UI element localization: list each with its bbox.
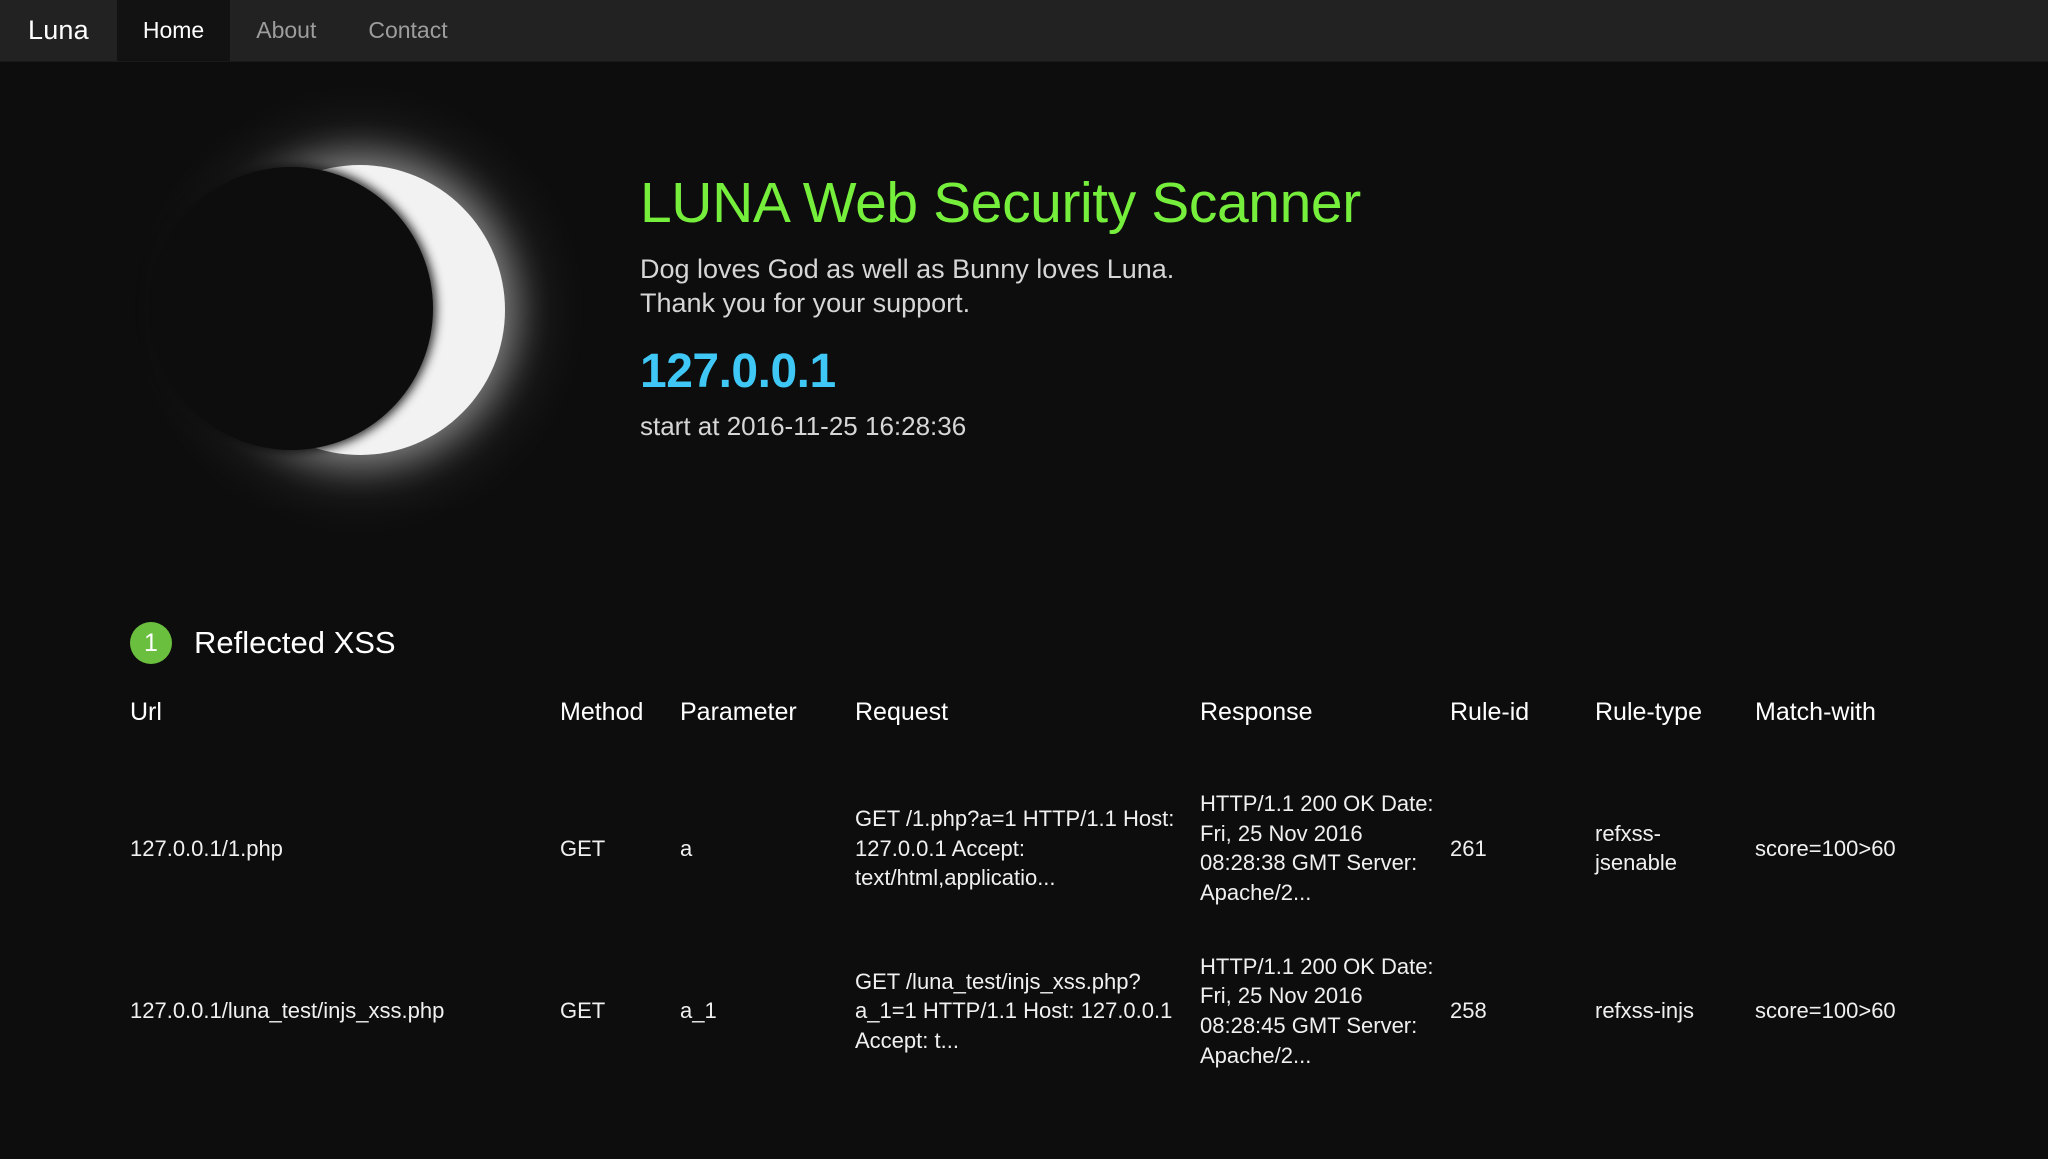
hero-section: LUNA Web Security Scanner Dog loves God … xyxy=(0,62,2048,622)
section-header-reflected-xss: 1 Reflected XSS xyxy=(130,622,2048,664)
hero-subtitle-line-1: Dog loves God as well as Bunny loves Lun… xyxy=(640,253,1175,284)
findings-table: Url Method Parameter Request Response Ru… xyxy=(130,698,2048,1093)
cell-url: 127.0.0.1/luna_test/injs_xss.php xyxy=(130,998,445,1024)
cell-response: HTTP/1.1 200 OK Date: Fri, 25 Nov 2016 0… xyxy=(1200,791,1434,906)
column-header-method[interactable]: Method xyxy=(560,698,680,767)
target-ip: 127.0.0.1 xyxy=(640,344,836,398)
cell-response: HTTP/1.1 200 OK Date: Fri, 25 Nov 2016 0… xyxy=(1200,953,1434,1068)
cell-parameter: a_1 xyxy=(680,998,717,1024)
column-header-rule-type[interactable]: Rule-type xyxy=(1595,698,1755,767)
scan-start-time: start at 2016-11-25 16:28:36 xyxy=(640,411,967,442)
nav-item-home[interactable]: Home xyxy=(116,0,231,61)
nav-links: Home About Contact xyxy=(116,0,474,61)
cell-rule-id: 261 xyxy=(1450,835,1487,861)
nav-brand-luna[interactable]: Luna xyxy=(0,0,117,61)
column-header-request[interactable]: Request xyxy=(855,698,1200,767)
cell-request: GET /1.php?a=1 HTTP/1.1 Host: 127.0.0.1 … xyxy=(855,805,1175,891)
column-header-match-with[interactable]: Match-with xyxy=(1755,698,2048,767)
column-header-parameter[interactable]: Parameter xyxy=(680,698,855,767)
cell-method: GET xyxy=(560,835,606,861)
cell-match-with: score=100>60 xyxy=(1755,835,1896,861)
hero-subtitle-line-2: Thank you for your support. xyxy=(640,288,971,319)
nav-item-about[interactable]: About xyxy=(230,0,342,61)
hero-text-area: LUNA Web Security Scanner Dog loves God … xyxy=(640,102,2048,442)
cell-rule-id: 258 xyxy=(1450,998,1487,1024)
crescent-moon-icon xyxy=(150,147,505,477)
findings-table-body: 127.0.0.1/1.php GET a GET /1.php?a=1 HTT… xyxy=(130,767,2048,1093)
column-header-url[interactable]: Url xyxy=(130,698,560,767)
cell-rule-type: refxss-injs xyxy=(1595,998,1695,1024)
nav-item-contact[interactable]: Contact xyxy=(342,0,473,61)
status-badge: 1 xyxy=(130,622,172,664)
cell-url: 127.0.0.1/1.php xyxy=(130,835,283,861)
moon-shadow xyxy=(150,167,433,450)
column-header-rule-id[interactable]: Rule-id xyxy=(1450,698,1595,767)
table-header-row: Url Method Parameter Request Response Ru… xyxy=(130,698,2048,767)
top-navbar: Luna Home About Contact xyxy=(0,0,2048,62)
table-row[interactable]: 127.0.0.1/1.php GET a GET /1.php?a=1 HTT… xyxy=(130,767,2048,930)
cell-request: GET /luna_test/injs_xss.php?a_1=1 HTTP/1… xyxy=(855,968,1173,1053)
section-title: Reflected XSS xyxy=(194,625,396,660)
column-header-response[interactable]: Response xyxy=(1200,698,1450,767)
page-title: LUNA Web Security Scanner xyxy=(640,171,1361,235)
results-section: 1 Reflected XSS Url Method Parameter Req… xyxy=(0,622,2048,1093)
findings-table-head: Url Method Parameter Request Response Ru… xyxy=(130,698,2048,767)
cell-match-with: score=100>60 xyxy=(1755,998,1896,1024)
table-row[interactable]: 127.0.0.1/luna_test/injs_xss.php GET a_1… xyxy=(130,930,2048,1093)
hero-subtitle: Dog loves God as well as Bunny loves Lun… xyxy=(640,252,2048,321)
cell-rule-type: refxss-jsenable xyxy=(1595,820,1677,876)
cell-parameter: a xyxy=(680,835,693,861)
hero-logo-area xyxy=(0,102,640,477)
cell-method: GET xyxy=(560,998,606,1024)
